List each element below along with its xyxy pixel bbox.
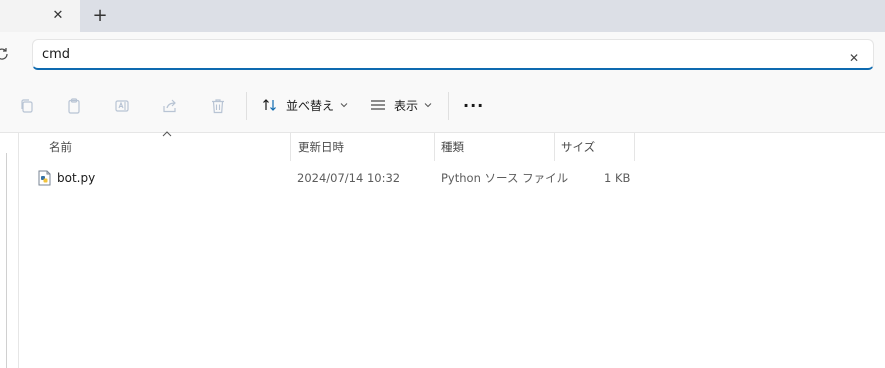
tab-close-button[interactable]: ✕ [48,5,68,25]
navigation-pane-border [6,153,7,368]
column-type[interactable]: 種類 [441,133,464,161]
file-size: 1 KB [604,171,631,185]
command-bar: 並べ替え 表示 ··· [0,78,885,133]
file-type: Python ソース ファイル [441,171,569,185]
view-button[interactable]: 表示 [370,94,440,116]
rename-icon[interactable] [113,97,131,115]
copy-icon[interactable] [18,97,36,115]
chevron-down-icon [424,103,432,108]
delete-icon[interactable] [209,97,227,115]
column-divider[interactable] [554,133,555,161]
tab-bar: ✕ + [0,0,885,32]
column-size[interactable]: サイズ [561,133,595,161]
close-icon: ✕ [849,51,860,65]
column-header: 名前 更新日時 種類 サイズ [19,131,885,161]
more-options-button[interactable]: ··· [463,94,484,116]
column-divider[interactable] [434,133,435,161]
chevron-down-icon [340,103,348,108]
list-view-icon [371,100,385,110]
column-divider[interactable] [290,133,291,161]
clear-search-button[interactable]: ✕ [849,47,863,65]
file-modified: 2024/07/14 10:32 [297,171,401,185]
new-tab-button[interactable]: + [90,4,110,26]
share-icon[interactable] [161,97,179,115]
close-icon: ✕ [52,7,64,23]
column-modified[interactable]: 更新日時 [298,133,344,161]
active-tab[interactable]: ✕ [0,0,80,32]
navigation-pane[interactable] [0,133,19,368]
sort-button[interactable]: 並べ替え [262,94,356,116]
column-divider[interactable] [634,133,635,161]
file-name: bot.py [57,171,96,185]
address-row: cmd ✕ [0,32,885,78]
refresh-icon[interactable] [0,46,10,62]
view-label: 表示 [394,98,419,113]
sort-label: 並べ替え [286,98,335,113]
command-separator [448,92,449,120]
search-input-value: cmd [42,47,71,62]
sort-icon [263,99,276,111]
paste-icon[interactable] [65,97,83,115]
command-separator [246,92,247,120]
column-name[interactable]: 名前 [49,133,72,161]
more-icon: ··· [463,95,485,115]
search-input[interactable]: cmd ✕ [32,39,874,70]
python-file-icon [38,170,51,186]
plus-icon: + [92,4,108,26]
table-row[interactable]: bot.py 2024/07/14 10:32 Python ソース ファイル … [19,166,885,190]
sort-ascending-icon [162,131,172,137]
